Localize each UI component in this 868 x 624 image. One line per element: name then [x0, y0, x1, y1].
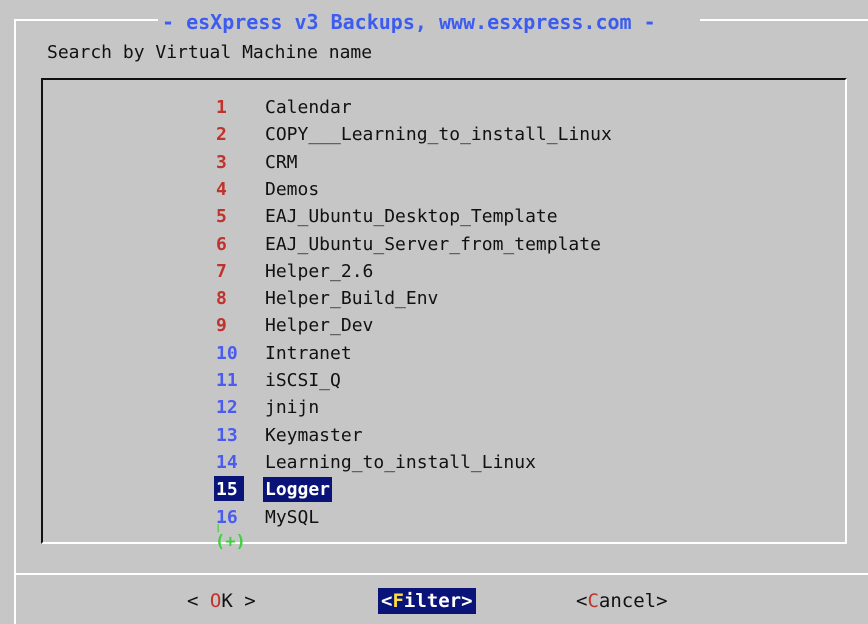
vm-list-item-label: Calendar	[265, 97, 352, 118]
vm-list-item-label: iSCSI_Q	[265, 370, 341, 391]
vm-list-item[interactable]: 7 Helper_2.6	[43, 258, 845, 285]
vm-list-item-label: Keymaster	[265, 424, 363, 446]
vm-list-item-number: 12	[216, 397, 238, 419]
vm-list-item[interactable]: 4 Demos	[43, 176, 845, 203]
vm-list-item[interactable]: 11 iSCSI_Q	[43, 367, 845, 394]
vm-list-item-number: 1	[216, 97, 227, 118]
vm-list-item[interactable]: 13 Keymaster	[43, 422, 845, 449]
vm-list-item-number: 11	[216, 370, 238, 391]
frame-top-right	[700, 19, 868, 21]
vm-list-item-number: 15	[214, 476, 244, 502]
vm-list-item-label: Helper_Build_Env	[265, 288, 439, 310]
vm-list-item-label: jnijn	[265, 397, 320, 419]
vm-list-item[interactable]: 14 Learning_to_install_Linux	[43, 449, 845, 476]
vm-list-item-number: 10	[216, 342, 238, 364]
vm-list-item[interactable]: 9 Helper_Dev	[43, 312, 845, 339]
vm-list-item-label: EAJ_Ubuntu_Server_from_template	[265, 233, 601, 255]
vm-list-item[interactable]: 5 EAJ_Ubuntu_Desktop_Template	[43, 203, 845, 230]
vm-list-item-label: Intranet	[265, 342, 352, 364]
vm-list-item-number: 9	[216, 315, 227, 337]
cancel-button[interactable]: <Cancel>	[576, 588, 668, 614]
vm-list-item-label: Helper_Dev	[265, 315, 374, 337]
filter-button-hotkey: F	[392, 590, 404, 612]
filter-button[interactable]: <Filter>	[378, 588, 476, 614]
cancel-button-pre: <	[576, 590, 588, 612]
scroll-down-arrow-icon: ╵	[214, 525, 223, 541]
dialog-title: - esXpress v3 Backups, www.esxpress.com …	[158, 9, 660, 35]
frame-left	[14, 19, 16, 624]
ok-button-hotkey: O	[209, 590, 222, 612]
vm-list-item[interactable]: 6 EAJ_Ubuntu_Server_from_template	[43, 231, 845, 258]
frame-top-left	[16, 19, 160, 21]
filter-button-pre: <	[381, 590, 393, 612]
vm-list-item-number: 5	[216, 206, 227, 228]
vm-list-item-label: CRM	[265, 151, 298, 173]
ok-button[interactable]: < OK >	[187, 588, 256, 614]
vm-list-item[interactable]: 3 CRM	[43, 149, 845, 176]
vm-list-item-label: Helper_2.6	[265, 260, 374, 282]
vm-list-item[interactable]: 12 jnijn	[43, 394, 845, 421]
vm-list-item[interactable]: 8 Helper_Build_Env	[43, 285, 845, 312]
vm-list-item[interactable]: 16 MySQL	[43, 504, 845, 531]
vm-list-item-number: 8	[216, 288, 227, 310]
vm-list-item-number: 13	[216, 424, 238, 446]
vm-list-item-label: MySQL	[265, 506, 320, 528]
vm-list-item-label: EAJ_Ubuntu_Desktop_Template	[265, 206, 558, 228]
vm-list-item-number: 6	[216, 233, 227, 255]
cancel-button-rest: ancel>	[598, 590, 668, 612]
filter-button-rest: ilter>	[403, 590, 473, 612]
vm-list-item[interactable]: 2 COPY___Learning_to_install_Linux	[43, 121, 845, 148]
ok-button-pre: <	[187, 590, 210, 612]
vm-list-item-number: 2	[216, 124, 227, 146]
cancel-button-hotkey: C	[587, 590, 599, 612]
vm-list-item-label: Demos	[265, 178, 320, 200]
vm-list-item-number: 14	[216, 451, 238, 473]
vm-list-item-number: 4	[216, 178, 227, 200]
vm-list-item-label: Logger	[263, 477, 333, 503]
search-prompt: Search by Virtual Machine name	[47, 42, 373, 63]
vm-list-item-number: 7	[216, 260, 227, 282]
vm-list[interactable]: 1 Calendar 2 COPY___Learning_to_install_Lin…	[41, 78, 847, 544]
vm-list-item-number: 3	[216, 151, 227, 173]
ok-button-rest: K >	[221, 590, 256, 612]
dialog-window: - esXpress v3 Backups, www.esxpress.com …	[0, 0, 868, 624]
vm-list-item-label: Learning_to_install_Linux	[265, 451, 536, 473]
button-bar-separator	[16, 573, 868, 575]
vm-list-item[interactable]: 1 Calendar	[43, 94, 845, 121]
vm-list-item-label: COPY___Learning_to_install_Linux	[265, 124, 612, 146]
vm-list-item[interactable]: 10 Intranet	[43, 340, 845, 367]
vm-list-item[interactable]: 15 Logger	[43, 476, 845, 503]
